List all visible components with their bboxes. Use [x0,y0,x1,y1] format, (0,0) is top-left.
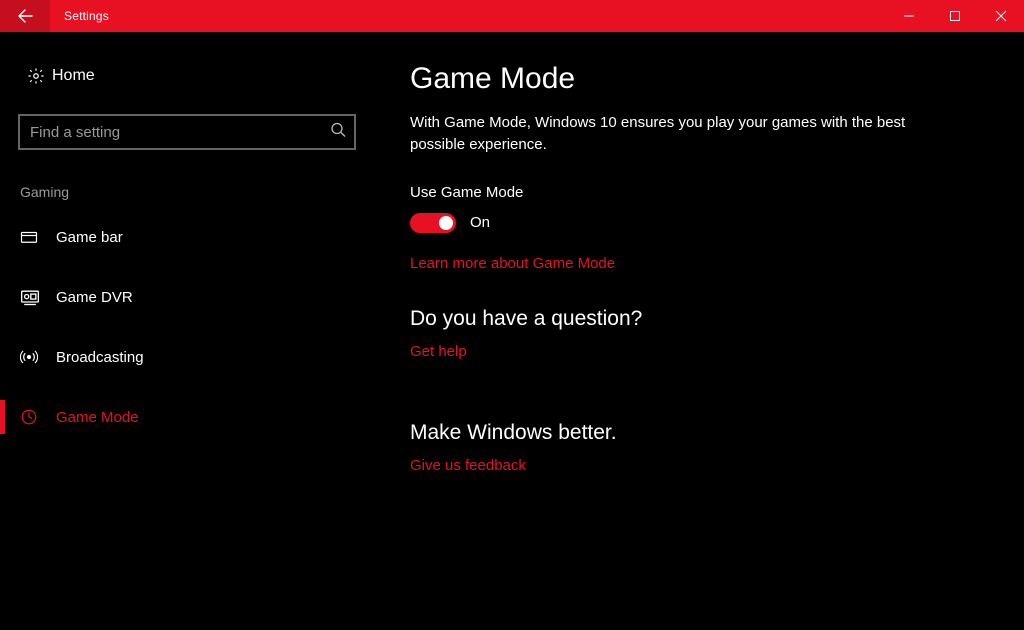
search-field[interactable] [18,114,356,150]
content-area: Home Gaming Game bar [0,32,1024,630]
gear-icon [20,67,52,85]
arrow-left-icon [17,8,33,24]
game-dvr-icon [20,288,56,306]
close-button[interactable] [978,0,1024,32]
toggle-knob [439,216,453,230]
maximize-button[interactable] [932,0,978,32]
sidebar-item-game-mode[interactable]: Game Mode [18,394,360,440]
page-title: Game Mode [410,62,994,96]
feedback-link[interactable]: Give us feedback [410,457,526,474]
learn-more-link[interactable]: Learn more about Game Mode [410,255,615,272]
sidebar-item-game-dvr[interactable]: Game DVR [18,274,360,320]
question-heading: Do you have a question? [410,307,994,331]
broadcasting-icon [20,348,56,366]
toggle-state: On [470,214,490,231]
improve-heading: Make Windows better. [410,421,994,445]
game-mode-toggle[interactable] [410,213,456,233]
close-icon [995,10,1007,22]
window-title: Settings [50,9,109,23]
main-panel: Game Mode With Game Mode, Windows 10 ens… [370,32,1024,630]
sidebar-item-label: Broadcasting [56,349,144,366]
minimize-button[interactable] [886,0,932,32]
sidebar-item-label: Game bar [56,229,123,246]
page-description: With Game Mode, Windows 10 ensures you p… [410,112,930,156]
title-bar: Settings [0,0,1024,32]
sidebar: Home Gaming Game bar [0,32,370,630]
home-button[interactable]: Home [18,56,360,96]
toggle-label: Use Game Mode [410,184,994,201]
minimize-icon [903,10,915,22]
search-input[interactable] [18,114,356,150]
sidebar-item-label: Game Mode [56,409,139,426]
get-help-link[interactable]: Get help [410,343,467,360]
sidebar-item-broadcasting[interactable]: Broadcasting [18,334,360,380]
maximize-icon [949,10,961,22]
sidebar-item-label: Game DVR [56,289,133,306]
sidebar-item-game-bar[interactable]: Game bar [18,214,360,260]
back-button[interactable] [0,0,50,32]
game-bar-icon [20,228,56,246]
search-icon [330,122,346,143]
home-label: Home [52,67,95,85]
category-label: Gaming [18,184,360,200]
game-mode-icon [20,408,56,426]
